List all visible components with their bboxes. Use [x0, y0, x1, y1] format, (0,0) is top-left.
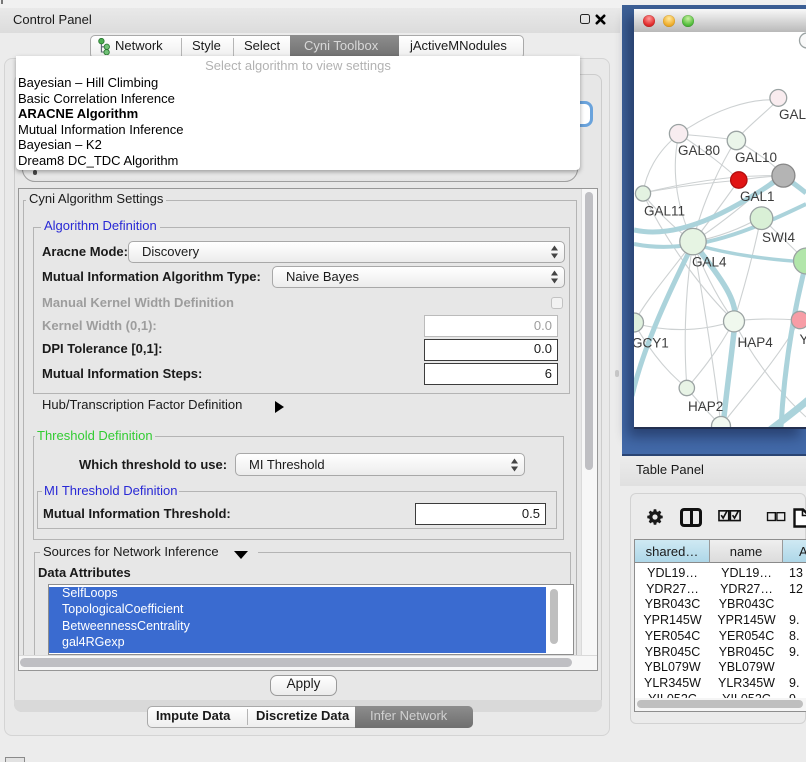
svg-text:SWI4: SWI4 — [762, 230, 795, 245]
svg-text:GAL11: GAL11 — [644, 204, 685, 219]
svg-text:GAL4: GAL4 — [692, 255, 727, 270]
svg-text:GAL7: GAL7 — [779, 107, 806, 122]
svg-text:HAP4: HAP4 — [738, 335, 774, 350]
svg-text:HAP2: HAP2 — [688, 399, 723, 414]
svg-text:GAL10: GAL10 — [735, 150, 777, 165]
svg-text:GAL1: GAL1 — [740, 189, 775, 204]
svg-text:GCY1: GCY1 — [634, 336, 669, 351]
svg-text:GAL80: GAL80 — [678, 143, 720, 158]
svg-text:Y: Y — [800, 332, 806, 347]
